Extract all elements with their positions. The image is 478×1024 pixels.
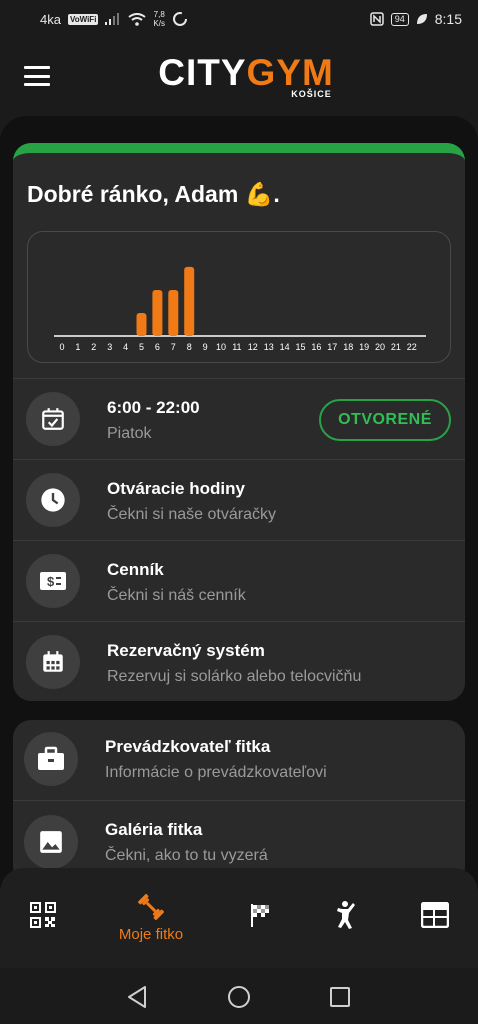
back-icon[interactable] — [123, 982, 153, 1012]
schedule-icon — [421, 902, 449, 928]
image-icon — [24, 815, 78, 869]
menu-row-title: Rezervačný systém — [107, 641, 265, 660]
app-header: CITYGYM KOŠICE — [0, 38, 478, 116]
chart-tick-label: 9 — [203, 342, 208, 352]
menu-row-subtitle: Čekni si naše otváračky — [107, 506, 276, 523]
chart-tick-label: 17 — [327, 342, 337, 352]
vowifi-badge: VoWiFi — [67, 13, 99, 25]
chart-tick-label: 20 — [375, 342, 385, 352]
menu-row-title: Cenník — [107, 560, 164, 579]
chart-tick-label: 22 — [407, 342, 417, 352]
chart-tick-label: 7 — [171, 342, 176, 352]
status-bar: 4ka VoWiFi 7,8 K/s 94 8:15 — [0, 0, 478, 38]
calendar-check-icon — [26, 392, 80, 446]
chart-tick-label: 1 — [75, 342, 80, 352]
qr-code-icon — [30, 902, 56, 928]
chart-tick-label: 5 — [139, 342, 144, 352]
opening-status-row[interactable]: 6:00 - 22:00 Piatok OTVORENÉ — [13, 378, 465, 459]
bottom-navigation: Moje fitko — [0, 868, 478, 968]
greeting-heading: Dobré ránko, Adam 💪. — [27, 181, 280, 207]
city-gym-logo: CITYGYM KOŠICE — [158, 52, 334, 99]
clock-time: 8:15 — [434, 11, 462, 27]
chart-tick-label: 19 — [359, 342, 369, 352]
nav-my-gym[interactable]: Moje fitko — [108, 888, 194, 952]
chart-bar-6 — [152, 289, 163, 336]
svg-text:$: $ — [47, 574, 55, 589]
chart-bar-8 — [184, 266, 195, 336]
chart-tick-label: 8 — [187, 342, 192, 352]
chart-tick-label: 15 — [295, 342, 305, 352]
open-status-badge: OTVORENÉ — [319, 399, 451, 441]
wifi-icon — [128, 12, 147, 26]
dumbbell-icon — [137, 893, 165, 921]
calendar-icon — [26, 635, 80, 689]
signal-icon — [105, 13, 120, 25]
chart-tick-label: 6 — [155, 342, 160, 352]
dashboard-card: Dobré ránko, Adam 💪. 0 1 2 3 4 5 6 7 8 9 10 11 12 13 1… — [13, 143, 465, 701]
clock-icon — [26, 473, 80, 527]
opening-hours-time: 6:00 - 22:00 — [107, 398, 200, 417]
nav-active-label: Moje fitko — [118, 926, 184, 943]
chart-tick-label: 3 — [107, 342, 112, 352]
logo-text-white: CITY — [158, 52, 247, 93]
menu-row-opening-hours[interactable]: Otváracie hodiny Čekni si naše otváračky — [13, 459, 465, 540]
menu-row-title: Prevádzkovateľ fitka — [105, 737, 271, 756]
nav-trainers[interactable] — [304, 888, 390, 952]
recent-apps-icon[interactable] — [325, 982, 355, 1012]
sync-icon — [172, 12, 187, 26]
occupancy-chart: 0 1 2 3 4 5 6 7 8 9 10 11 12 13 14 15 16 17 18 19 20 21 22 — [27, 231, 451, 363]
menu-row-subtitle: Informácie o prevádzkovateľovi — [105, 764, 327, 781]
chart-tick-label: 12 — [248, 342, 258, 352]
checkered-flag-icon — [251, 904, 269, 927]
nav-schedule[interactable] — [392, 888, 478, 952]
chart-tick-label: 14 — [280, 342, 290, 352]
chart-tick-label: 21 — [391, 342, 401, 352]
chart-tick-label: 0 — [59, 342, 64, 352]
menu-row-title: Galéria fitka — [105, 820, 203, 839]
occupancy-chart-svg: 0 1 2 3 4 5 6 7 8 9 10 11 12 13 14 15 16 17 18 19 20 21 22 — [54, 266, 426, 352]
nfc-icon — [369, 12, 384, 26]
chart-tick-label: 13 — [264, 342, 274, 352]
briefcase-icon — [24, 732, 78, 786]
chart-tick-label: 11 — [232, 342, 241, 352]
chart-bar-7 — [168, 289, 179, 336]
leaf-icon — [416, 14, 427, 24]
chart-tick-label: 4 — [123, 342, 128, 352]
hamburger-menu-icon[interactable] — [24, 66, 50, 86]
info-card: Prevádzkovateľ fitka Informácie o prevád… — [13, 720, 465, 885]
menu-row-price-list[interactable]: $ Cenník Čekni si náš cenník — [13, 540, 465, 621]
chart-tick-label: 10 — [216, 342, 226, 352]
chart-tick-label: 18 — [343, 342, 353, 352]
opening-day: Piatok — [107, 425, 152, 442]
menu-row-subtitle: Čekni, ako to tu vyzerá — [105, 847, 268, 864]
chart-tick-label: 16 — [311, 342, 321, 352]
system-navigation-bar — [0, 968, 478, 1024]
nav-challenges[interactable] — [218, 888, 304, 952]
menu-row-reservation[interactable]: Rezervačný systém Rezervuj si solárko al… — [13, 621, 465, 701]
logo-text-orange: GYM — [246, 52, 334, 93]
price-icon: $ — [26, 554, 80, 608]
menu-row-subtitle: Rezervuj si solárko alebo telocvičňu — [107, 668, 362, 685]
network-speed: 7,8 K/s — [153, 10, 165, 28]
carrier-label: 4ka — [40, 11, 61, 27]
home-icon[interactable] — [224, 982, 254, 1012]
battery-indicator: 94 — [390, 12, 409, 26]
chart-bar-5 — [136, 312, 147, 336]
karate-icon — [337, 901, 355, 929]
menu-row-subtitle: Čekni si náš cenník — [107, 587, 246, 604]
nav-qr-code[interactable] — [0, 888, 86, 952]
menu-row-title: Otváracie hodiny — [107, 479, 245, 498]
menu-row-operator[interactable]: Prevádzkovateľ fitka Informácie o prevád… — [13, 720, 465, 801]
chart-tick-label: 2 — [91, 342, 96, 352]
